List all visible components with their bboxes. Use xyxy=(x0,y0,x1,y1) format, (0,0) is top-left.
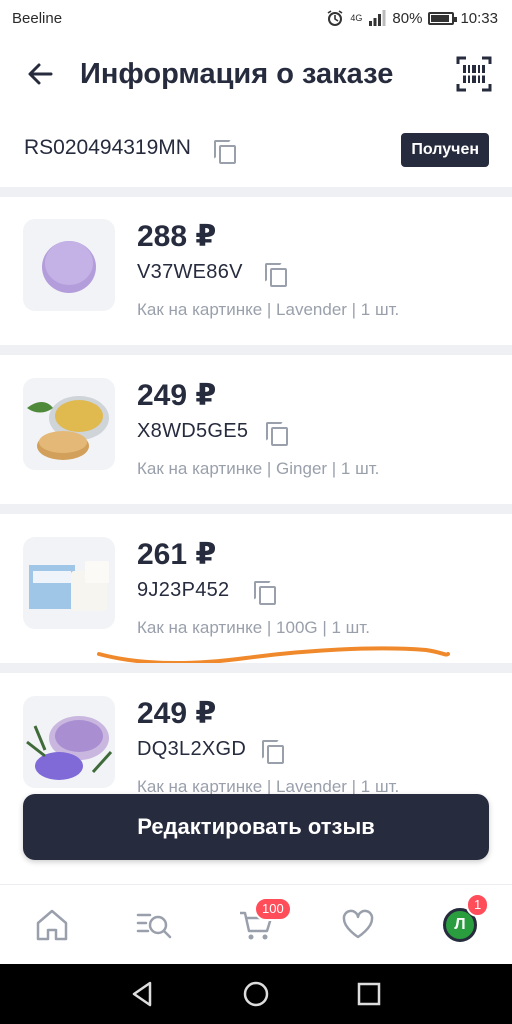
page-title: Информация о заказе xyxy=(80,58,394,90)
divider xyxy=(0,187,512,197)
status-bar: Beeline 4G 80% 10:33 xyxy=(0,0,512,36)
back-triangle-icon[interactable] xyxy=(128,979,158,1009)
order-info-row: RS020494319MN Получен xyxy=(0,130,512,170)
copy-icon[interactable] xyxy=(254,581,276,605)
order-number: RS020494319MN xyxy=(24,136,191,159)
item-description: Как на картинке | Ginger | 1 шт. xyxy=(137,459,380,478)
nav-profile[interactable]: Л 1 xyxy=(438,893,490,947)
item-price: 249 ₽ xyxy=(137,379,217,412)
barcode-icon xyxy=(456,56,492,92)
copy-icon[interactable] xyxy=(266,422,288,446)
barcode-button[interactable] xyxy=(456,56,492,92)
nav-favorites[interactable] xyxy=(336,903,380,947)
product-image xyxy=(23,219,115,311)
page-header: Информация о заказе xyxy=(0,46,512,102)
copy-icon[interactable] xyxy=(262,740,284,764)
home-circle-icon[interactable] xyxy=(241,979,271,1009)
recents-square-icon[interactable] xyxy=(354,979,384,1009)
heart-icon xyxy=(342,909,374,939)
item-sku: DQ3L2XGD xyxy=(137,738,247,760)
divider xyxy=(0,504,512,514)
order-item[interactable]: 249 ₽ X8WD5GE5 Как на картинке | Ginger … xyxy=(0,356,512,504)
carrier-name: Beeline xyxy=(12,9,63,27)
cart-badge: 100 xyxy=(254,897,292,921)
catalog-search-icon xyxy=(136,913,172,939)
item-sku: X8WD5GE5 xyxy=(137,420,249,442)
battery-icon xyxy=(428,11,458,25)
item-price: 249 ₽ xyxy=(137,697,217,730)
back-button[interactable] xyxy=(22,54,58,94)
item-price: 288 ₽ xyxy=(137,220,217,253)
product-image xyxy=(23,378,115,470)
edit-review-button[interactable]: Редактировать отзыв xyxy=(23,794,489,860)
network-type: 4G xyxy=(350,12,363,23)
bottom-nav: 100 Л 1 xyxy=(0,884,512,964)
product-image xyxy=(23,696,115,788)
item-description: Как на картинке | Lavender | 1 шт. xyxy=(137,300,400,319)
item-sku: 9J23P452 xyxy=(137,579,230,601)
system-nav-bar xyxy=(0,964,512,1024)
profile-badge: 1 xyxy=(466,893,490,917)
copy-icon[interactable] xyxy=(265,263,287,287)
order-item[interactable]: 288 ₽ V37WE86V Как на картинке | Lavende… xyxy=(0,197,512,345)
item-sku: V37WE86V xyxy=(137,261,243,283)
divider xyxy=(0,663,512,673)
product-image xyxy=(23,537,115,629)
nav-home[interactable] xyxy=(30,903,74,947)
order-status-badge: Получен xyxy=(401,133,489,167)
clock: 10:33 xyxy=(460,9,498,27)
status-indicators: 4G 80% 10:33 xyxy=(326,9,498,27)
nav-cart[interactable]: 100 xyxy=(234,897,292,947)
divider xyxy=(0,345,512,355)
arrow-left-icon xyxy=(28,63,53,85)
signal-icon xyxy=(369,10,386,26)
home-icon xyxy=(36,909,68,941)
nav-catalog[interactable] xyxy=(132,903,176,947)
copy-icon[interactable] xyxy=(214,140,236,164)
item-price: 261 ₽ xyxy=(137,538,217,571)
alarm-icon xyxy=(327,10,343,26)
battery-percent: 80% xyxy=(392,9,423,27)
item-description: Как на картинке | 100G | 1 шт. xyxy=(137,618,370,637)
